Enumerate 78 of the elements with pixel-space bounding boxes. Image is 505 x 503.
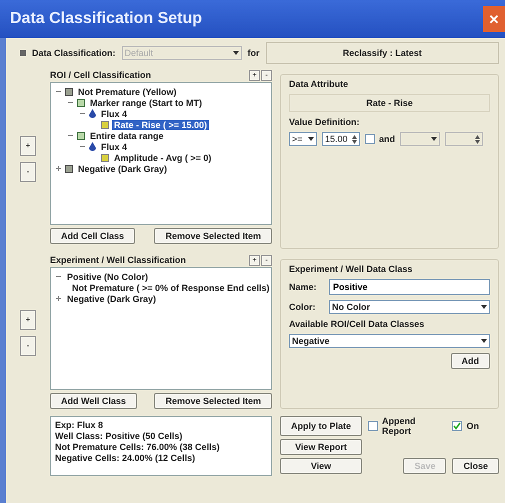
checkbox[interactable] bbox=[452, 421, 462, 431]
view-button[interactable]: View bbox=[280, 458, 362, 474]
tree-item[interactable]: Amplitude - Avg ( >= 0) bbox=[112, 152, 214, 162]
dropdown-arrow-icon[interactable] bbox=[431, 137, 438, 141]
collapse-icon[interactable] bbox=[55, 88, 62, 95]
panel-button[interactable]: Remove Selected Item bbox=[154, 393, 272, 409]
range-icon bbox=[77, 132, 85, 140]
collapse-icon[interactable] bbox=[67, 132, 74, 139]
side-button[interactable]: + bbox=[20, 136, 36, 156]
drop-icon bbox=[89, 142, 96, 151]
checkbox[interactable] bbox=[368, 421, 378, 431]
tree-item[interactable]: Negative (Dark Gray) bbox=[65, 294, 158, 304]
group-title: Experiment / Well Data Class bbox=[289, 264, 414, 274]
value-spinner[interactable] bbox=[445, 132, 484, 146]
side-button[interactable]: - bbox=[20, 162, 36, 182]
side-button[interactable]: + bbox=[20, 310, 36, 330]
field-label: Value Definition: bbox=[289, 117, 361, 127]
field-label: Name: bbox=[289, 282, 318, 292]
collapse-icon[interactable] bbox=[79, 143, 86, 150]
panel-title: ROI / Cell Classification bbox=[50, 70, 152, 80]
summary-line: Exp: Flux 8 bbox=[55, 420, 104, 431]
checkbox-label: On bbox=[466, 421, 479, 431]
close-dialog-button[interactable]: Close bbox=[452, 458, 499, 474]
tree-item[interactable]: Flux 4 bbox=[99, 142, 130, 152]
tree-item[interactable]: Positive (No Color) bbox=[65, 272, 150, 282]
attribute-icon bbox=[101, 154, 109, 162]
checkbox-label: Append Report bbox=[382, 416, 416, 436]
spinner-arrows-icon[interactable] bbox=[352, 134, 357, 144]
checkbox-label: and bbox=[379, 134, 396, 144]
collapse-icon[interactable] bbox=[55, 273, 62, 280]
close-button[interactable]: ✕ bbox=[483, 6, 505, 32]
class-icon bbox=[65, 88, 73, 96]
field-label: Data Classification: bbox=[32, 48, 116, 58]
class-icon bbox=[65, 164, 73, 172]
collapse-icon[interactable] bbox=[67, 99, 74, 106]
dropdown-arrow-icon[interactable] bbox=[481, 305, 487, 309]
attribute-icon bbox=[101, 120, 109, 128]
grip-icon bbox=[20, 50, 26, 56]
summary-line: Well Class: Positive (50 Cells) bbox=[55, 431, 184, 442]
collapse-icon[interactable] bbox=[79, 110, 86, 117]
for-label: for bbox=[248, 48, 260, 58]
range-icon bbox=[77, 98, 85, 106]
expand-icon[interactable] bbox=[55, 295, 62, 302]
operator-dropdown[interactable]: >= bbox=[289, 132, 317, 146]
tree-item[interactable]: Marker range (Start to MT) bbox=[88, 98, 204, 108]
summary-line: Not Premature Cells: 76.00% (38 Cells) bbox=[55, 442, 221, 453]
attribute-name: Rate - Rise bbox=[289, 94, 490, 112]
name-field[interactable]: Positive bbox=[329, 279, 490, 295]
tree-item[interactable]: Not Premature (Yellow) bbox=[76, 86, 179, 96]
classes-dropdown[interactable]: Negative bbox=[289, 334, 490, 348]
panel-button[interactable]: Add Cell Class bbox=[50, 228, 136, 244]
spinner-arrows-icon[interactable] bbox=[475, 134, 480, 144]
side-button[interactable]: - bbox=[20, 336, 36, 356]
panel-button[interactable]: Remove Selected Item bbox=[154, 228, 272, 244]
tree-item[interactable]: Negative (Dark Gray) bbox=[76, 164, 170, 174]
expand-icon[interactable] bbox=[55, 165, 62, 172]
checkbox[interactable] bbox=[365, 134, 375, 144]
color-dropdown[interactable]: No Color bbox=[329, 300, 490, 314]
value-spinner[interactable]: 15.00 bbox=[322, 132, 360, 146]
add-button[interactable]: Add bbox=[450, 353, 490, 369]
target-label: Reclassify : Latest bbox=[266, 42, 499, 64]
drop-icon bbox=[89, 109, 96, 118]
summary-line: Negative Cells: 24.00% (12 Cells) bbox=[55, 453, 196, 464]
tree-item[interactable]: Not Premature ( >= 0% of Response End cells) bbox=[70, 282, 272, 292]
window-title: Data Classification Setup bbox=[10, 10, 202, 28]
dropdown-arrow-icon[interactable] bbox=[481, 339, 487, 343]
tree-item[interactable]: Flux 4 bbox=[99, 108, 130, 118]
field-label: Available ROI/Cell Data Classes bbox=[289, 319, 426, 329]
dropdown-arrow-icon[interactable] bbox=[308, 137, 314, 141]
operator-dropdown[interactable] bbox=[400, 132, 440, 146]
field-label: Color: bbox=[289, 302, 316, 312]
panel-button[interactable]: Add Well Class bbox=[50, 393, 137, 409]
apply-button[interactable]: Apply to Plate bbox=[280, 416, 362, 436]
group-title: Data Attribute bbox=[289, 79, 350, 89]
tree-item[interactable]: Entire data range bbox=[88, 130, 166, 140]
view-report-button[interactable]: View Report bbox=[280, 439, 362, 455]
tree-item[interactable]: Rate - Rise ( >= 15.00) bbox=[112, 120, 210, 130]
panel-title: Experiment / Well Classification bbox=[50, 255, 186, 265]
